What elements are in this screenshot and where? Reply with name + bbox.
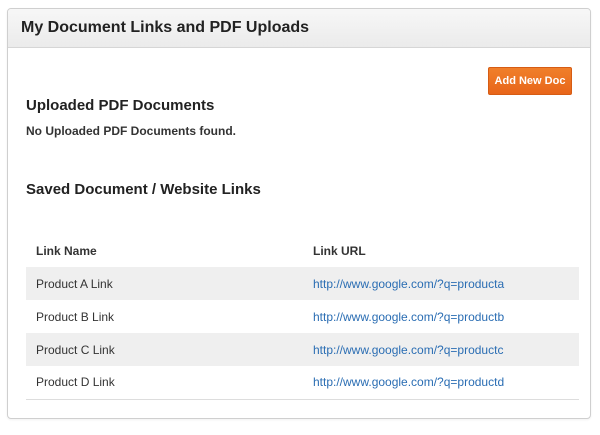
pdf-empty-message: No Uploaded PDF Documents found. xyxy=(26,124,236,138)
link-url[interactable]: http://www.google.com/?q=productd xyxy=(313,375,504,389)
link-name-cell: Product C Link xyxy=(36,342,115,357)
add-new-doc-button[interactable]: Add New Doc xyxy=(488,67,572,95)
link-url-cell: http://www.google.com/?q=producta xyxy=(303,267,579,300)
documents-panel: My Document Links and PDF Uploads Add Ne… xyxy=(7,8,591,419)
links-section-heading: Saved Document / Website Links xyxy=(26,181,261,198)
link-url-cell: http://www.google.com/?q=productc xyxy=(303,333,579,366)
link-name-cell: Product B Link xyxy=(36,309,115,324)
table-row: Product B Link http://www.google.com/?q=… xyxy=(26,300,579,333)
column-header-link-name: Link Name xyxy=(36,243,97,258)
column-header-link-url: Link URL xyxy=(313,243,366,258)
link-name-cell: Product A Link xyxy=(36,276,113,291)
table-row: Product C Link http://www.google.com/?q=… xyxy=(26,333,579,366)
links-table: Link Name Link URL Product A Link http:/… xyxy=(26,234,579,400)
link-url[interactable]: http://www.google.com/?q=productc xyxy=(313,343,503,357)
link-url-cell: http://www.google.com/?q=productb xyxy=(303,300,579,333)
link-url[interactable]: http://www.google.com/?q=productb xyxy=(313,310,504,324)
table-header-row: Link Name Link URL xyxy=(26,234,579,267)
table-row: Product A Link http://www.google.com/?q=… xyxy=(26,267,579,300)
link-url[interactable]: http://www.google.com/?q=producta xyxy=(313,277,504,291)
panel-header: My Document Links and PDF Uploads xyxy=(8,9,590,48)
link-name-cell: Product D Link xyxy=(36,375,115,390)
link-url-cell: http://www.google.com/?q=productd xyxy=(303,366,579,399)
pdf-section-heading: Uploaded PDF Documents xyxy=(26,97,215,114)
table-row: Product D Link http://www.google.com/?q=… xyxy=(26,366,579,399)
panel-title: My Document Links and PDF Uploads xyxy=(21,19,310,36)
